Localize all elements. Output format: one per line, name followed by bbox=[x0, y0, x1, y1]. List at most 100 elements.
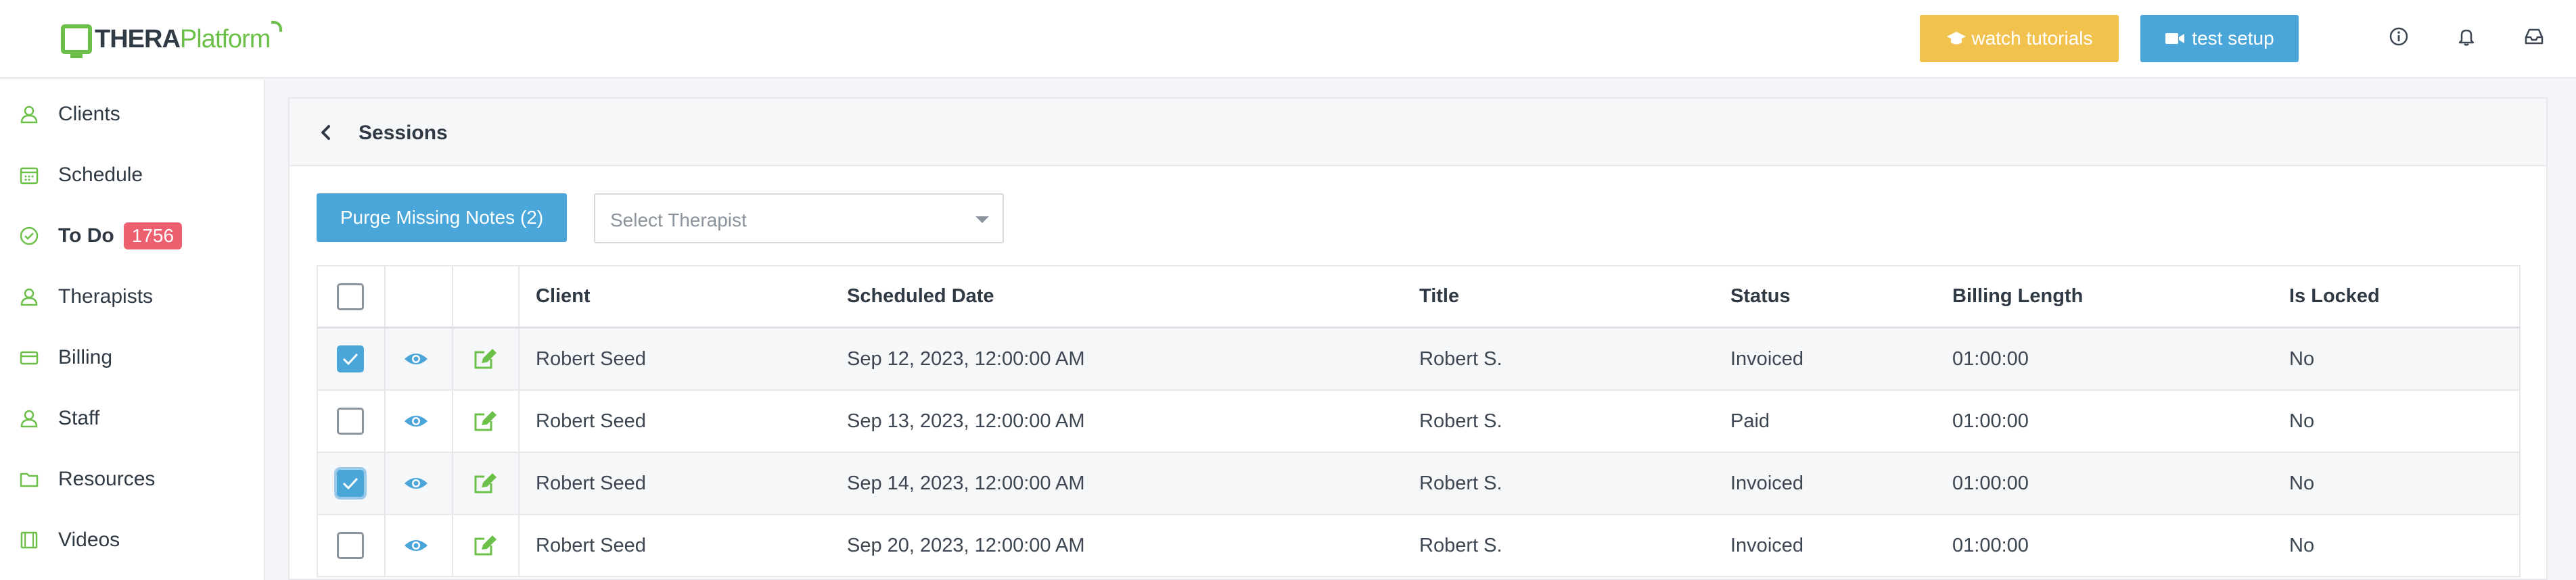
cell-status: Invoiced bbox=[1730, 347, 1804, 370]
row-select-cell bbox=[337, 453, 364, 514]
cell-billing-length: 01:00:00 bbox=[1952, 472, 2029, 494]
cell-billing-length: 01:00:00 bbox=[1952, 347, 2029, 370]
test-setup-label: test setup bbox=[2192, 28, 2274, 49]
sidebar-item-label: Billing bbox=[58, 346, 113, 368]
top-header: THERA Platform watch tutorials test setu… bbox=[0, 0, 2576, 78]
cell-is-locked: No bbox=[2289, 347, 2315, 370]
row-checkbox[interactable] bbox=[337, 408, 364, 435]
row-select-cell bbox=[337, 329, 364, 389]
cell-title: Robert S. bbox=[1419, 347, 1502, 370]
edit-icon[interactable] bbox=[474, 515, 498, 576]
panel-header: Sessions bbox=[290, 99, 2546, 166]
sidebar-item-label: Staff bbox=[58, 407, 100, 429]
row-checkbox[interactable] bbox=[337, 345, 364, 372]
calendar-icon bbox=[18, 164, 41, 187]
eye-icon[interactable] bbox=[403, 453, 429, 514]
sessions-table: Client Scheduled Date Title Status Billi… bbox=[317, 265, 2521, 577]
edit-icon[interactable] bbox=[474, 453, 498, 514]
cell-status: Invoiced bbox=[1730, 472, 1804, 494]
column-header-scheduled-date[interactable]: Scheduled Date bbox=[847, 266, 994, 327]
folder-icon bbox=[18, 468, 41, 491]
bell-icon[interactable] bbox=[2456, 26, 2477, 47]
therapists-icon bbox=[18, 285, 41, 308]
sidebar-item-label: Therapists bbox=[58, 285, 154, 308]
sidebar: Clients Schedule To Do 1756 Therapists B… bbox=[0, 80, 265, 580]
sidebar-item-label: To Do bbox=[58, 224, 114, 247]
edit-icon[interactable] bbox=[474, 391, 498, 452]
sessions-panel: Sessions Purge Missing Notes (2) Select … bbox=[288, 97, 2548, 580]
table-row[interactable]: Robert Seed Sep 20, 2023, 12:00:00 AM Ro… bbox=[317, 515, 2521, 577]
sidebar-item-schedule[interactable]: Schedule bbox=[0, 151, 265, 199]
column-header-title[interactable]: Title bbox=[1419, 266, 1459, 327]
cell-scheduled-date: Sep 20, 2023, 12:00:00 AM bbox=[847, 534, 1085, 556]
cell-is-locked: No bbox=[2289, 410, 2315, 432]
purge-missing-notes-button[interactable]: Purge Missing Notes (2) bbox=[317, 193, 567, 242]
chevron-left-icon[interactable] bbox=[314, 120, 338, 145]
logo-screen-icon bbox=[61, 24, 92, 58]
table-row[interactable]: Robert Seed Sep 12, 2023, 12:00:00 AM Ro… bbox=[317, 329, 2521, 391]
cell-title: Robert S. bbox=[1419, 410, 1502, 432]
watch-tutorials-button[interactable]: watch tutorials bbox=[1920, 15, 2119, 62]
theraplatform-logo[interactable]: THERA Platform bbox=[61, 20, 283, 58]
cell-title: Robert S. bbox=[1419, 534, 1502, 556]
logo-text-platform: Platform bbox=[180, 20, 283, 54]
info-icon[interactable] bbox=[2388, 26, 2410, 47]
clients-icon bbox=[18, 103, 41, 126]
sidebar-item-label: Videos bbox=[58, 529, 120, 551]
sidebar-item-videos[interactable]: Videos bbox=[0, 516, 265, 564]
row-select-cell bbox=[337, 515, 364, 576]
sidebar-item-todo[interactable]: To Do 1756 bbox=[0, 212, 265, 260]
page-title: Sessions bbox=[359, 122, 448, 144]
sidebar-item-therapists[interactable]: Therapists bbox=[0, 273, 265, 320]
column-header-is-locked[interactable]: Is Locked bbox=[2289, 266, 2380, 327]
edit-icon[interactable] bbox=[474, 329, 498, 389]
select-all-cell bbox=[337, 266, 364, 327]
sidebar-item-resources[interactable]: Resources bbox=[0, 456, 265, 503]
cell-scheduled-date: Sep 14, 2023, 12:00:00 AM bbox=[847, 472, 1085, 494]
column-header-client[interactable]: Client bbox=[536, 266, 591, 327]
eye-icon[interactable] bbox=[403, 329, 429, 389]
therapist-select-placeholder: Select Therapist bbox=[610, 210, 747, 231]
film-icon bbox=[18, 529, 41, 552]
table-header-row: Client Scheduled Date Title Status Billi… bbox=[317, 265, 2521, 329]
check-circle-icon bbox=[18, 224, 41, 247]
select-all-checkbox[interactable] bbox=[337, 283, 364, 310]
video-camera-icon bbox=[2165, 33, 2185, 44]
row-checkbox[interactable] bbox=[337, 470, 364, 497]
row-checkbox[interactable] bbox=[337, 532, 364, 559]
therapist-select[interactable]: Select Therapist bbox=[594, 193, 1004, 243]
inbox-icon[interactable] bbox=[2523, 26, 2545, 47]
cell-scheduled-date: Sep 12, 2023, 12:00:00 AM bbox=[847, 347, 1085, 370]
cell-client: Robert Seed bbox=[536, 347, 646, 370]
cell-is-locked: No bbox=[2289, 534, 2315, 556]
table-row[interactable]: Robert Seed Sep 14, 2023, 12:00:00 AM Ro… bbox=[317, 453, 2521, 515]
cell-client: Robert Seed bbox=[536, 410, 646, 432]
sidebar-item-staff[interactable]: Staff bbox=[0, 395, 265, 442]
staff-icon bbox=[18, 407, 41, 430]
table-row[interactable]: Robert Seed Sep 13, 2023, 12:00:00 AM Ro… bbox=[317, 391, 2521, 453]
cell-is-locked: No bbox=[2289, 472, 2315, 494]
eye-icon[interactable] bbox=[403, 391, 429, 452]
sidebar-item-label: Clients bbox=[58, 103, 120, 125]
caret-down-icon bbox=[975, 216, 989, 223]
todo-count-badge: 1756 bbox=[123, 222, 183, 249]
graduation-cap-icon bbox=[1946, 32, 1966, 45]
test-setup-button[interactable]: test setup bbox=[2140, 15, 2299, 62]
column-header-status[interactable]: Status bbox=[1730, 266, 1791, 327]
eye-icon[interactable] bbox=[403, 515, 429, 576]
sidebar-item-billing[interactable]: Billing bbox=[0, 334, 265, 381]
column-header-billing-length[interactable]: Billing Length bbox=[1952, 266, 2083, 327]
logo-text-thera: THERA bbox=[95, 24, 181, 53]
cell-status: Invoiced bbox=[1730, 534, 1804, 556]
sidebar-item-clients[interactable]: Clients bbox=[0, 91, 265, 138]
watch-tutorials-label: watch tutorials bbox=[1971, 28, 2093, 49]
sidebar-item-label: Schedule bbox=[58, 164, 143, 186]
row-select-cell bbox=[337, 391, 364, 452]
cell-scheduled-date: Sep 13, 2023, 12:00:00 AM bbox=[847, 410, 1085, 432]
sidebar-item-label: Resources bbox=[58, 468, 156, 490]
cell-billing-length: 01:00:00 bbox=[1952, 410, 2029, 432]
cell-title: Robert S. bbox=[1419, 472, 1502, 494]
cell-client: Robert Seed bbox=[536, 472, 646, 494]
credit-card-icon bbox=[18, 346, 41, 369]
cell-billing-length: 01:00:00 bbox=[1952, 534, 2029, 556]
